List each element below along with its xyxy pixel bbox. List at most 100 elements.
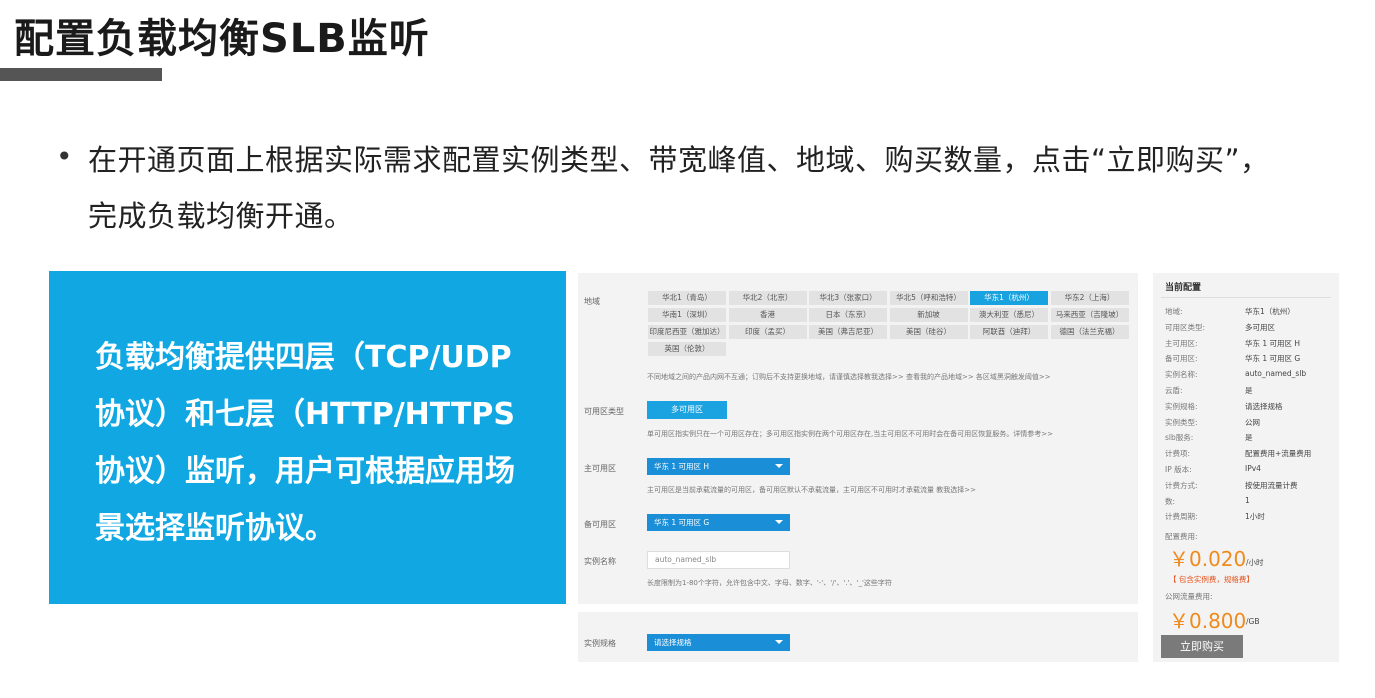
callout-box: 负载均衡提供四层（TCP/UDP协议）和七层（HTTP/HTTPS协议）监听，用… (49, 271, 566, 604)
zone-type-hint: 单可用区指实例只在一个可用区存在；多可用区指实例在两个可用区存在,当主可用区不可… (647, 430, 1053, 438)
config-fee-label: 配置费用: (1165, 532, 1198, 541)
spec-label: 实例规格 (584, 639, 616, 648)
summary-row-key: 主可用区: (1165, 338, 1198, 348)
backup-zone-value: 华东 1 可用区 G (654, 518, 710, 527)
chevron-down-icon (775, 520, 783, 524)
region-option[interactable]: 德国（法兰克福） (1049, 324, 1130, 340)
chevron-down-icon (775, 640, 783, 644)
region-option[interactable]: 新加坡 (888, 307, 969, 323)
primary-zone-hint: 主可用区是当前承载流量的可用区，备可用区默认不承载流量，主可用区不可用时才承载流… (647, 486, 976, 494)
region-option[interactable]: 华北2（北京） (727, 290, 808, 306)
purchase-form: 地域 华北1（青岛） 华北2（北京） 华北3（张家口） 华北5（呼和浩特） 华东1（杭州… (578, 273, 1138, 604)
primary-zone-label: 主可用区 (584, 464, 616, 473)
region-option[interactable]: 阿联酋（迪拜） (969, 324, 1049, 340)
summary-row-key: slb服务: (1165, 433, 1194, 443)
summary-row-key: 实例名称: (1165, 370, 1198, 380)
region-option[interactable]: 澳大利亚（悉尼） (969, 307, 1049, 323)
summary-row-key: 计费周期: (1165, 512, 1198, 522)
region-label: 地域 (584, 297, 600, 306)
summary-row-key: 计费方式: (1165, 480, 1198, 490)
summary-row-key: 实例规格: (1165, 401, 1198, 411)
instance-name-input[interactable]: auto_named_slb (647, 551, 790, 569)
summary-row-key: 云盾: (1165, 386, 1183, 395)
region-option[interactable]: 华东2（上海） (1049, 290, 1130, 306)
summary-row-key: 备可用区: (1165, 354, 1198, 364)
region-option[interactable]: 华北5（呼和浩特） (888, 290, 969, 306)
summary-row: slb服务: 是 (1165, 432, 1335, 446)
config-summary: 当前配置 地域: 华东1（杭州） 可用区类型: 多可用区主可用区: 华东 1 可用区 H… (1153, 273, 1339, 662)
region-option[interactable]: 华北1（青岛） (647, 290, 727, 306)
bullet-text: 在开通页面上根据实际需求配置实例类型、带宽峰值、地域、购买数量，点击“立即购买”… (88, 143, 1270, 233)
title-underline-bar (0, 68, 162, 81)
spec-value: 请选择规格 (654, 638, 692, 647)
zone-type-button[interactable]: 多可用区 (647, 401, 727, 419)
config-price-unit: /小时 (1246, 558, 1264, 567)
region-option[interactable]: 华南1（深圳） (647, 307, 727, 323)
callout-text: 负载均衡提供四层（TCP/UDP协议）和七层（HTTP/HTTPS协议）监听，用… (95, 340, 515, 546)
summary-row: 实例类型: 公网 (1165, 417, 1335, 431)
spec-select[interactable]: 请选择规格 (647, 634, 790, 651)
summary-row-value: 配置费用+流量费用 (1245, 449, 1312, 459)
summary-row: 实例名称: auto_named_slb (1165, 369, 1335, 383)
summary-row: 备可用区: 华东 1 可用区 G (1165, 353, 1335, 367)
summary-row-value: IPv4 (1245, 464, 1261, 473)
primary-zone-select[interactable]: 华东 1 可用区 H (647, 458, 790, 475)
region-option[interactable]: 英国（伦敦） (647, 341, 727, 357)
summary-row-value: 按使用流量计费 (1245, 480, 1298, 490)
summary-row: IP 版本: IPv4 (1165, 464, 1335, 478)
summary-row: 主可用区: 华东 1 可用区 H (1165, 338, 1335, 352)
region-option[interactable]: 印度尼西亚（雅加达） (647, 324, 727, 340)
summary-row-value: 华东1（杭州） (1245, 307, 1295, 316)
region-option[interactable]: 马来西亚（吉隆坡） (1049, 307, 1130, 323)
chevron-down-icon (775, 464, 783, 468)
summary-row-value: 是 (1245, 386, 1253, 395)
slide-title: 配置负载均衡SLB监听 (14, 16, 430, 62)
summary-row-value: 1 (1245, 495, 1250, 505)
region-option[interactable]: 印度（孟买） (727, 324, 808, 340)
summary-row: 数: 1 (1165, 496, 1335, 510)
region-option[interactable]: 美国（弗吉尼亚） (808, 324, 888, 340)
instance-name-hint: 长度限制为1-80个字符，允许包含中文、字母、数字、'-'、'/'、'.'、'_… (647, 579, 892, 587)
summary-row-value: 华东 1 可用区 G (1245, 354, 1301, 364)
config-price: ￥0.020 (1169, 547, 1247, 571)
summary-row-key: 实例类型: (1165, 417, 1198, 427)
region-option[interactable]: 日本（东京） (808, 307, 888, 323)
summary-row-key: IP 版本: (1165, 465, 1192, 474)
summary-row-key: 数: (1165, 496, 1176, 506)
summary-row: 实例规格: 请选择规格 (1165, 401, 1335, 415)
summary-row-value: 1小时 (1245, 512, 1265, 522)
instance-name-label: 实例名称 (584, 557, 616, 566)
spec-form: 实例规格 请选择规格 (578, 612, 1138, 662)
price-note: 【 包含实例费，规格费】 (1169, 575, 1254, 584)
zone-type-label: 可用区类型 (584, 407, 624, 416)
traffic-fee-label: 公网流量费用: (1165, 592, 1213, 601)
traffic-price: ￥0.800 (1169, 609, 1247, 633)
region-option[interactable]: 美国（硅谷） (888, 324, 969, 340)
summary-row: 地域: 华东1（杭州） (1165, 306, 1335, 320)
traffic-price-unit: /GB (1246, 617, 1260, 626)
summary-row-key: 可用区类型: (1165, 322, 1206, 332)
summary-row-value: 多可用区 (1245, 322, 1275, 332)
summary-row-value: 公网 (1245, 417, 1260, 427)
backup-zone-label: 备可用区 (584, 520, 616, 529)
summary-row-value: 请选择规格 (1245, 401, 1283, 411)
summary-row: 可用区类型: 多可用区 (1165, 322, 1335, 336)
summary-row: 计费周期: 1小时 (1165, 511, 1335, 525)
summary-row: 云盾: 是 (1165, 385, 1335, 399)
summary-row: 计费方式: 按使用流量计费 (1165, 480, 1335, 494)
summary-row: 计费项: 配置费用+流量费用 (1165, 448, 1335, 462)
summary-divider (1161, 297, 1331, 298)
buy-now-button[interactable]: 立即购买 (1161, 635, 1243, 658)
summary-row-value: auto_named_slb (1245, 369, 1307, 379)
summary-row-key: 地域: (1165, 307, 1183, 316)
backup-zone-select[interactable]: 华东 1 可用区 G (647, 514, 790, 531)
summary-row-key: 计费项: (1165, 449, 1191, 459)
primary-zone-value: 华东 1 可用区 H (654, 462, 710, 471)
bullet-dot: • (56, 140, 73, 173)
region-hint: 不同地域之间的产品内网不互通；订购后不支持更换地域，请谨慎选择教我选择>> 查看… (647, 373, 1051, 381)
region-option[interactable]: 香港 (727, 307, 808, 323)
summary-row-value: 华东 1 可用区 H (1245, 338, 1301, 348)
region-option[interactable]: 华北3（张家口） (808, 290, 888, 306)
region-option[interactable]: 华东1（杭州） (969, 290, 1049, 306)
summary-title: 当前配置 (1165, 283, 1202, 293)
